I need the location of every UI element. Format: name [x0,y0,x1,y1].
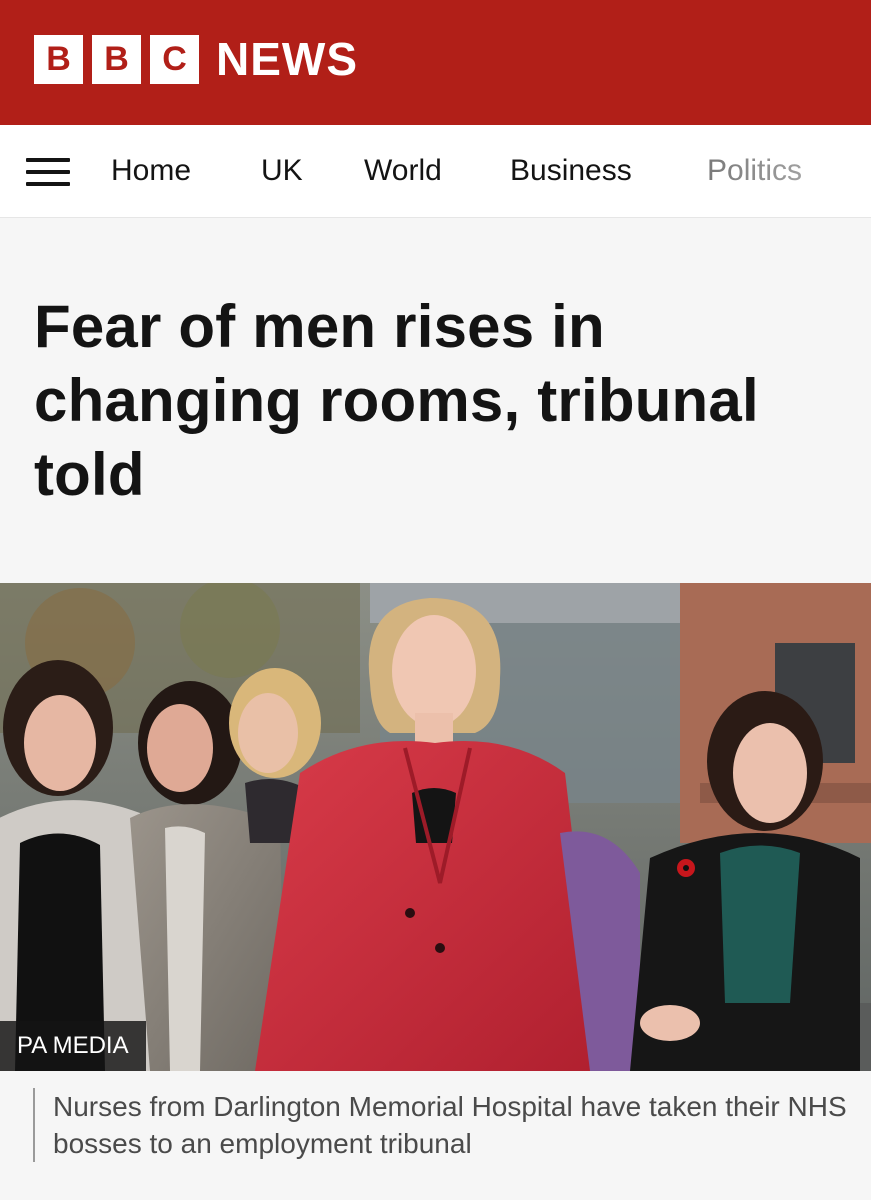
nav-item-business[interactable]: Business [510,153,632,189]
nav-item-uk[interactable]: UK [261,153,303,189]
site-header: B B C NEWS [0,0,871,125]
nav-item-world[interactable]: World [364,153,442,189]
menu-line-bottom [26,182,70,186]
bbc-news-logo[interactable]: B B C NEWS [34,34,358,84]
menu-line-middle [26,170,70,174]
hamburger-menu-icon[interactable] [26,158,70,186]
image-credit-badge: PA MEDIA [0,1021,146,1071]
nav-item-home[interactable]: Home [111,153,191,189]
logo-word-news: NEWS [216,33,358,85]
main-navigation: Home UK World Business Politics [0,125,871,218]
logo-letter-b1: B [34,34,83,84]
image-caption: Nurses from Darlington Memorial Hospital… [33,1088,853,1162]
logo-letter-c: C [150,34,199,84]
logo-letter-b2: B [92,34,141,84]
nav-item-politics[interactable]: Politics [707,153,802,189]
article-hero-image[interactable]: PA MEDIA [0,583,871,1071]
menu-line-top [26,158,70,162]
hero-image-illustration [0,583,871,1071]
article-headline: Fear of men rises in changing rooms, tri… [34,293,759,508]
